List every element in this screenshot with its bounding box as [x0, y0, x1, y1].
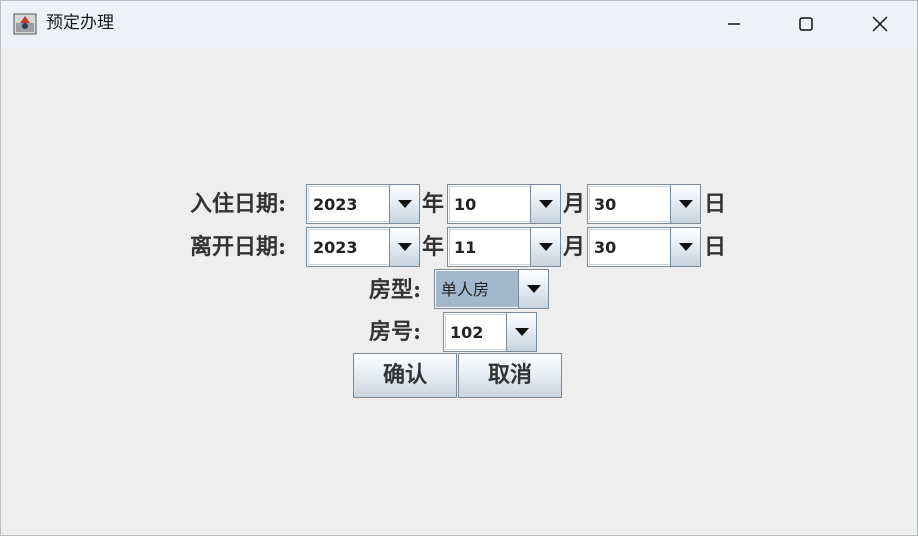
- checkin-year-unit: 年: [422, 191, 445, 217]
- checkin-month-dropdown-button[interactable]: [530, 185, 560, 223]
- room-type-label: 房型:: [369, 277, 422, 303]
- checkout-year-unit: 年: [422, 234, 445, 260]
- checkout-month-dropdown-button[interactable]: [530, 228, 560, 266]
- close-button[interactable]: [857, 1, 903, 47]
- checkin-year-value: 2023: [308, 186, 390, 222]
- checkin-month-value: 10: [449, 186, 531, 222]
- chevron-down-icon: [397, 200, 412, 208]
- confirm-button[interactable]: 确认: [353, 353, 457, 398]
- checkout-year-value: 2023: [308, 229, 390, 265]
- checkout-year-dropdown-button[interactable]: [389, 228, 419, 266]
- checkout-day-select[interactable]: 30: [587, 227, 701, 267]
- room-type-select[interactable]: 单人房: [434, 269, 549, 309]
- room-type-dropdown-button[interactable]: [518, 270, 548, 308]
- title-bar: 预定办理: [1, 1, 917, 47]
- checkout-date-label: 离开日期:: [190, 234, 287, 260]
- room-number-label: 房号:: [369, 319, 422, 345]
- minimize-icon: [728, 23, 740, 25]
- checkout-year-select[interactable]: 2023: [306, 227, 420, 267]
- checkin-month-unit: 月: [563, 191, 586, 217]
- cancel-button[interactable]: 取消: [458, 353, 562, 398]
- checkout-day-dropdown-button[interactable]: [670, 228, 700, 266]
- minimize-button[interactable]: [711, 1, 757, 47]
- checkin-day-unit: 日: [704, 191, 727, 217]
- checkin-year-select[interactable]: 2023: [306, 184, 420, 224]
- chevron-down-icon: [538, 243, 553, 251]
- maximize-button[interactable]: [783, 1, 829, 47]
- window-title: 预定办理: [46, 13, 114, 33]
- checkin-month-select[interactable]: 10: [447, 184, 561, 224]
- chevron-down-icon: [526, 285, 541, 293]
- chevron-down-icon: [678, 200, 693, 208]
- checkin-date-label: 入住日期:: [190, 191, 287, 217]
- checkin-day-value: 30: [589, 186, 671, 222]
- chevron-down-icon: [678, 243, 693, 251]
- chevron-down-icon: [538, 200, 553, 208]
- room-number-value: 102: [445, 314, 507, 350]
- checkin-day-select[interactable]: 30: [587, 184, 701, 224]
- checkout-day-unit: 日: [704, 234, 727, 260]
- chevron-down-icon: [397, 243, 412, 251]
- java-app-icon: [13, 13, 37, 35]
- maximize-icon: [799, 17, 813, 31]
- checkin-day-dropdown-button[interactable]: [670, 185, 700, 223]
- checkout-month-value: 11: [449, 229, 531, 265]
- checkout-month-unit: 月: [563, 234, 586, 260]
- room-number-dropdown-button[interactable]: [506, 313, 536, 351]
- booking-window: 预定办理 入住日期: 2023 年 10 月 30 日 离开日期: 2023 年…: [0, 0, 918, 536]
- checkin-year-dropdown-button[interactable]: [389, 185, 419, 223]
- checkout-month-select[interactable]: 11: [447, 227, 561, 267]
- room-number-select[interactable]: 102: [443, 312, 537, 352]
- chevron-down-icon: [514, 328, 529, 336]
- close-icon: [872, 16, 888, 32]
- checkout-day-value: 30: [589, 229, 671, 265]
- room-type-value: 单人房: [436, 271, 519, 307]
